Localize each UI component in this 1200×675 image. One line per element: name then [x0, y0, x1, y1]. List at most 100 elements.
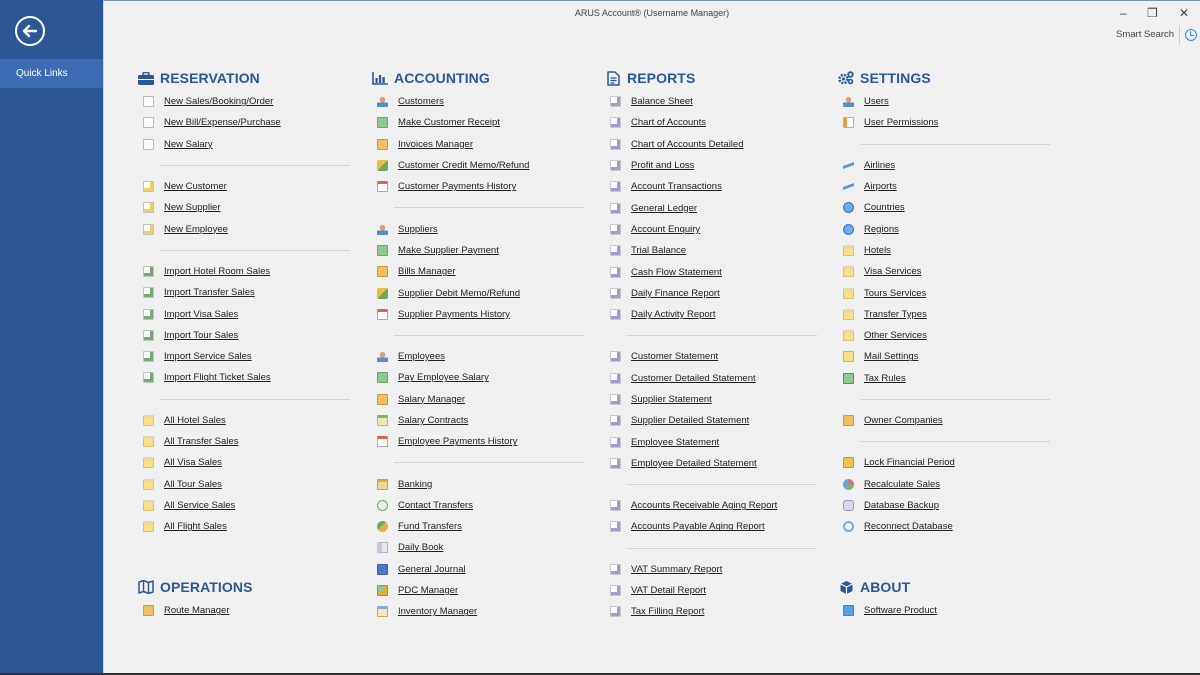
link-label[interactable]: Supplier Debit Memo/Refund: [398, 288, 520, 299]
link-label[interactable]: User Permissions: [864, 117, 938, 128]
link-label[interactable]: Account Transactions: [631, 181, 722, 192]
quick-link-salary-contracts[interactable]: Salary Contracts: [372, 410, 587, 431]
link-label[interactable]: Airports: [864, 181, 897, 192]
quick-link-chart-of-accounts[interactable]: Chart of Accounts: [605, 112, 820, 133]
quick-link-daily-finance-report[interactable]: Daily Finance Report: [605, 283, 820, 304]
link-label[interactable]: Contact Transfers: [398, 500, 473, 511]
link-label[interactable]: Make Customer Receipt: [398, 117, 500, 128]
quick-link-accounts-receivable-aging-report[interactable]: Accounts Receivable Aging Report: [605, 495, 820, 516]
quick-link-other-services[interactable]: Other Services: [838, 325, 1053, 346]
link-label[interactable]: Visa Services: [864, 266, 921, 277]
quick-link-general-journal[interactable]: General Journal: [372, 559, 587, 580]
link-label[interactable]: Banking: [398, 479, 432, 490]
sidebar-item-quick-links[interactable]: Quick Links: [0, 59, 103, 88]
link-label[interactable]: All Hotel Sales: [164, 415, 226, 426]
quick-link-daily-book[interactable]: Daily Book: [372, 537, 587, 558]
link-label[interactable]: Daily Book: [398, 542, 443, 553]
link-label[interactable]: Tours Services: [864, 288, 926, 299]
link-label[interactable]: Reconnect Database: [864, 521, 953, 532]
link-label[interactable]: Tax Rules: [864, 373, 906, 384]
link-label[interactable]: Customer Credit Memo/Refund: [398, 160, 529, 171]
link-label[interactable]: VAT Detail Report: [631, 585, 706, 596]
link-label[interactable]: Supplier Payments History: [398, 309, 510, 320]
quick-link-owner-companies[interactable]: Owner Companies: [838, 410, 1053, 431]
quick-link-import-visa-sales[interactable]: Import Visa Sales: [138, 303, 353, 324]
link-label[interactable]: Tax Filling Report: [631, 606, 704, 617]
quick-link-supplier-detailed-statement[interactable]: Supplier Detailed Statement: [605, 410, 820, 431]
link-label[interactable]: Trial Balance: [631, 245, 686, 256]
link-label[interactable]: Database Backup: [864, 500, 939, 511]
quick-link-employee-detailed-statement[interactable]: Employee Detailed Statement: [605, 453, 820, 474]
link-label[interactable]: Software Product: [864, 605, 937, 616]
quick-link-import-transfer-sales[interactable]: Import Transfer Sales: [138, 282, 353, 303]
link-label[interactable]: Suppliers: [398, 224, 438, 235]
quick-link-airlines[interactable]: Airlines: [838, 155, 1053, 176]
quick-link-supplier-payments-history[interactable]: Supplier Payments History: [372, 304, 587, 325]
link-label[interactable]: Balance Sheet: [631, 96, 693, 107]
link-label[interactable]: Daily Activity Report: [631, 309, 715, 320]
quick-link-daily-activity-report[interactable]: Daily Activity Report: [605, 304, 820, 325]
link-label[interactable]: Customers: [398, 96, 444, 107]
link-label[interactable]: Invoices Manager: [398, 139, 473, 150]
link-label[interactable]: Owner Companies: [864, 415, 943, 426]
quick-link-employee-payments-history[interactable]: Employee Payments History: [372, 431, 587, 452]
link-label[interactable]: Accounts Payable Aging Report: [631, 521, 765, 532]
quick-link-transfer-types[interactable]: Transfer Types: [838, 304, 1053, 325]
quick-link-inventory-manager[interactable]: Inventory Manager: [372, 601, 587, 622]
link-label[interactable]: Chart of Accounts: [631, 117, 706, 128]
quick-link-hotels[interactable]: Hotels: [838, 240, 1053, 261]
quick-link-import-tour-sales[interactable]: Import Tour Sales: [138, 325, 353, 346]
quick-link-user-permissions[interactable]: User Permissions: [838, 112, 1053, 133]
quick-link-all-tour-sales[interactable]: All Tour Sales: [138, 473, 353, 494]
clock-icon[interactable]: [1185, 29, 1197, 41]
quick-link-visa-services[interactable]: Visa Services: [838, 261, 1053, 282]
quick-link-cash-flow-statement[interactable]: Cash Flow Statement: [605, 261, 820, 282]
quick-link-invoices-manager[interactable]: Invoices Manager: [372, 134, 587, 155]
quick-link-bills-manager[interactable]: Bills Manager: [372, 261, 587, 282]
link-label[interactable]: Other Services: [864, 330, 927, 341]
quick-link-pay-employee-salary[interactable]: Pay Employee Salary: [372, 367, 587, 388]
quick-link-reconnect-database[interactable]: Reconnect Database: [838, 516, 1053, 537]
quick-link-import-hotel-room-sales[interactable]: Import Hotel Room Sales: [138, 261, 353, 282]
quick-link-customer-detailed-statement[interactable]: Customer Detailed Statement: [605, 368, 820, 389]
link-label[interactable]: Airlines: [864, 160, 895, 171]
link-label[interactable]: Make Supplier Payment: [398, 245, 499, 256]
quick-link-employee-statement[interactable]: Employee Statement: [605, 431, 820, 452]
link-label[interactable]: Import Hotel Room Sales: [164, 266, 270, 277]
quick-link-all-service-sales[interactable]: All Service Sales: [138, 495, 353, 516]
link-label[interactable]: Route Manager: [164, 605, 229, 616]
back-button[interactable]: [15, 16, 45, 46]
link-label[interactable]: Import Transfer Sales: [164, 287, 255, 298]
link-label[interactable]: All Visa Sales: [164, 457, 222, 468]
quick-link-vat-summary-report[interactable]: VAT Summary Report: [605, 559, 820, 580]
quick-link-vat-detail-report[interactable]: VAT Detail Report: [605, 580, 820, 601]
quick-link-suppliers[interactable]: Suppliers: [372, 218, 587, 239]
quick-link-all-hotel-sales[interactable]: All Hotel Sales: [138, 410, 353, 431]
quick-link-tours-services[interactable]: Tours Services: [838, 282, 1053, 303]
quick-link-make-supplier-payment[interactable]: Make Supplier Payment: [372, 240, 587, 261]
quick-link-route-manager[interactable]: Route Manager: [138, 600, 353, 621]
quick-link-salary-manager[interactable]: Salary Manager: [372, 389, 587, 410]
quick-link-new-bill-expense-purchase[interactable]: New Bill/Expense/Purchase: [138, 112, 353, 133]
quick-link-employees[interactable]: Employees: [372, 346, 587, 367]
link-label[interactable]: New Supplier: [164, 202, 221, 213]
restore-button[interactable]: ❐: [1147, 6, 1158, 20]
link-label[interactable]: Employees: [398, 351, 445, 362]
quick-link-new-customer[interactable]: New Customer: [138, 176, 353, 197]
link-label[interactable]: Daily Finance Report: [631, 288, 720, 299]
quick-link-database-backup[interactable]: Database Backup: [838, 495, 1053, 516]
quick-link-customers[interactable]: Customers: [372, 91, 587, 112]
link-label[interactable]: Hotels: [864, 245, 891, 256]
quick-link-software-product[interactable]: Software Product: [838, 600, 1053, 621]
quick-link-tax-filling-report[interactable]: Tax Filling Report: [605, 601, 820, 622]
quick-link-airports[interactable]: Airports: [838, 176, 1053, 197]
link-label[interactable]: Salary Manager: [398, 394, 465, 405]
link-label[interactable]: Fund Transfers: [398, 521, 462, 532]
link-label[interactable]: Regions: [864, 224, 899, 235]
quick-link-mail-settings[interactable]: Mail Settings: [838, 346, 1053, 367]
link-label[interactable]: Bills Manager: [398, 266, 456, 277]
quick-link-balance-sheet[interactable]: Balance Sheet: [605, 91, 820, 112]
link-label[interactable]: Mail Settings: [864, 351, 918, 362]
link-label[interactable]: Accounts Receivable Aging Report: [631, 500, 777, 511]
link-label[interactable]: General Ledger: [631, 203, 697, 214]
